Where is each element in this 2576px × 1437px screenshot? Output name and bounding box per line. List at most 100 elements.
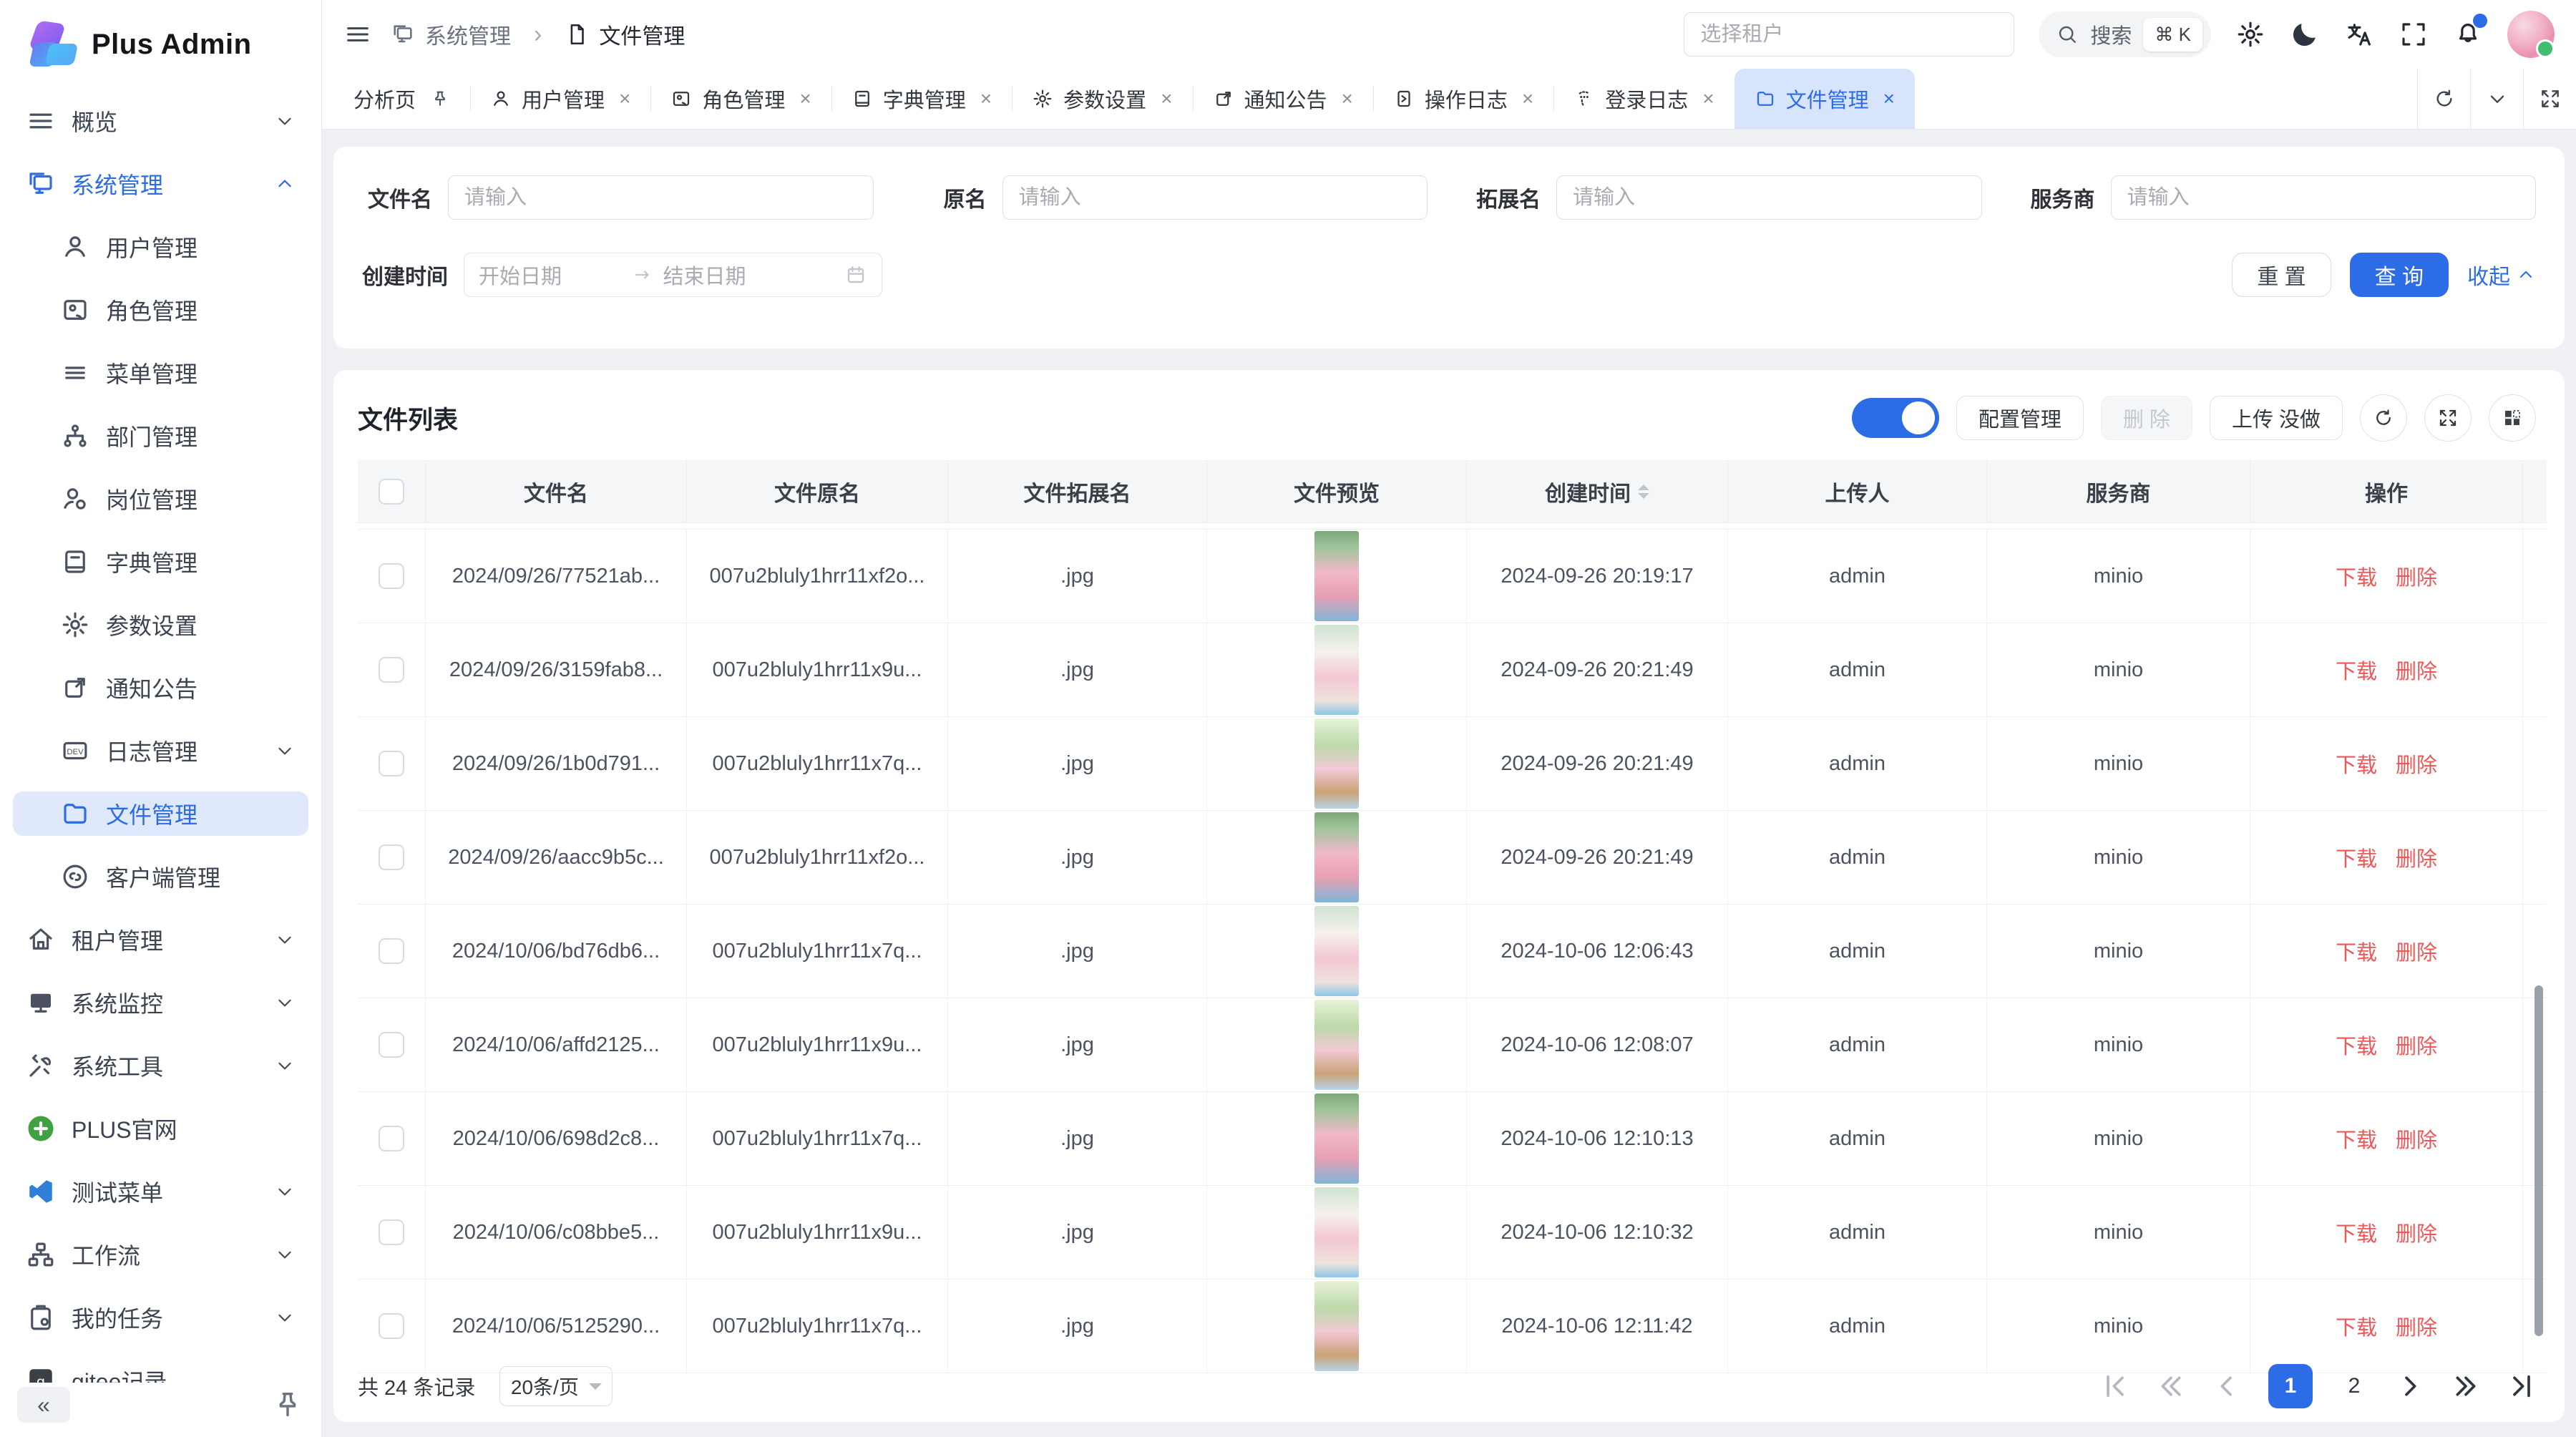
table-scrollbar[interactable]	[2534, 985, 2543, 1336]
sidebar-item-用户管理[interactable]: 用户管理	[13, 225, 308, 269]
prev-page-icon[interactable]	[2212, 1372, 2241, 1401]
file-preview-image[interactable]	[1314, 1000, 1359, 1090]
file-preview-image[interactable]	[1314, 812, 1359, 902]
delete-link[interactable]: 删除	[2396, 936, 2437, 966]
first-page-icon[interactable]	[2101, 1372, 2129, 1401]
file-preview-image[interactable]	[1314, 531, 1359, 621]
row-checkbox[interactable]	[379, 844, 404, 870]
dark-mode-moon-icon[interactable]	[2290, 19, 2320, 49]
file-preview-image[interactable]	[1314, 906, 1359, 996]
row-checkbox[interactable]	[379, 751, 404, 776]
file-preview-image[interactable]	[1314, 1093, 1359, 1184]
download-link[interactable]: 下载	[2336, 561, 2377, 591]
next-page-icon[interactable]	[2396, 1372, 2424, 1401]
last-page-icon[interactable]	[2507, 1372, 2536, 1401]
sidebar-item-系统管理[interactable]: 系统管理	[13, 162, 308, 206]
sidebar-item-字典管理[interactable]: 字典管理	[13, 540, 308, 584]
tab-登录日志[interactable]: 登录日志 ×	[1553, 69, 1734, 129]
translate-icon[interactable]	[2344, 19, 2374, 49]
tab-通知公告[interactable]: 通知公告 ×	[1193, 69, 1373, 129]
upload-button[interactable]: 上传 没做	[2210, 396, 2343, 440]
tab-close-icon[interactable]: ×	[799, 87, 811, 110]
global-search[interactable]: 搜索 ⌘ K	[2039, 11, 2211, 57]
file-preview-image[interactable]	[1314, 1187, 1359, 1277]
download-link[interactable]: 下载	[2336, 1217, 2377, 1247]
delete-link[interactable]: 删除	[2396, 749, 2437, 779]
user-avatar[interactable]	[2507, 11, 2555, 58]
sidebar-item-PLUS官网[interactable]: PLUS官网	[13, 1106, 308, 1151]
sidebar-item-参数设置[interactable]: 参数设置	[13, 603, 308, 647]
menu-toggle-icon[interactable]	[343, 20, 372, 49]
select-all-checkbox[interactable]	[379, 479, 404, 505]
delete-link[interactable]: 删除	[2396, 842, 2437, 872]
sidebar-item-通知公告[interactable]: 通知公告	[13, 666, 308, 710]
jump-forward-icon[interactable]	[2451, 1372, 2480, 1401]
tab-用户管理[interactable]: 用户管理 ×	[470, 69, 650, 129]
tenant-select[interactable]	[1684, 12, 2014, 57]
sidebar-collapse-button[interactable]: «	[17, 1387, 70, 1423]
sidebar-item-菜单管理[interactable]: 菜单管理	[13, 351, 308, 395]
page-number-1[interactable]: 1	[2268, 1364, 2313, 1408]
tabs-refresh-icon[interactable]	[2417, 69, 2470, 129]
sidebar-item-我的任务[interactable]: 我的任务	[13, 1295, 308, 1340]
sidebar-item-岗位管理[interactable]: 岗位管理	[13, 477, 308, 521]
sidebar-item-租户管理[interactable]: 租户管理	[13, 917, 308, 962]
tab-close-icon[interactable]: ×	[1161, 87, 1172, 110]
tab-close-icon[interactable]: ×	[980, 87, 992, 110]
page-number-2[interactable]: 2	[2340, 1374, 2368, 1398]
table-refresh-icon[interactable]	[2360, 394, 2407, 442]
tabs-dropdown-icon[interactable]	[2470, 69, 2523, 129]
filter-input-服务商[interactable]	[2111, 175, 2537, 220]
tabs-fullscreen-icon[interactable]	[2523, 69, 2576, 129]
table-columns-icon[interactable]	[2489, 394, 2536, 442]
delete-link[interactable]: 删除	[2396, 1311, 2437, 1341]
tab-文件管理[interactable]: 文件管理 ×	[1735, 69, 1915, 129]
row-checkbox[interactable]	[379, 938, 404, 964]
sidebar-item-文件管理[interactable]: 文件管理	[13, 791, 308, 836]
fullscreen-icon[interactable]	[2399, 19, 2429, 49]
delete-button[interactable]: 删 除	[2101, 396, 2192, 440]
file-preview-image[interactable]	[1314, 625, 1359, 715]
sort-icon[interactable]	[1638, 479, 1649, 505]
col-created-time[interactable]: 创建时间	[1467, 460, 1728, 522]
delete-link[interactable]: 删除	[2396, 655, 2437, 685]
page-size-select[interactable]: 20条/页	[499, 1366, 613, 1406]
tab-close-icon[interactable]: ×	[1522, 87, 1533, 110]
sidebar-item-系统监控[interactable]: 系统监控	[13, 980, 308, 1025]
tab-分析页[interactable]: 分析页	[333, 69, 470, 129]
jump-back-icon[interactable]	[2157, 1372, 2185, 1401]
config-manage-button[interactable]: 配置管理	[1956, 396, 2084, 440]
tab-close-icon[interactable]: ×	[1883, 87, 1895, 110]
download-link[interactable]: 下载	[2336, 842, 2377, 872]
filter-input-原名[interactable]	[1002, 175, 1428, 220]
sidebar-item-工作流[interactable]: 工作流	[13, 1232, 308, 1277]
delete-link[interactable]: 删除	[2396, 1217, 2437, 1247]
sidebar-item-客户端管理[interactable]: 客户端管理	[13, 854, 308, 899]
date-range-picker[interactable]: 开始日期 结束日期	[464, 253, 882, 297]
breadcrumb-current[interactable]: 文件管理	[565, 19, 685, 50]
row-checkbox[interactable]	[379, 657, 404, 683]
tab-操作日志[interactable]: 操作日志 ×	[1373, 69, 1553, 129]
delete-link[interactable]: 删除	[2396, 561, 2437, 591]
tab-字典管理[interactable]: 字典管理 ×	[831, 69, 1012, 129]
tab-close-icon[interactable]: ×	[619, 87, 630, 110]
download-link[interactable]: 下载	[2336, 1030, 2377, 1060]
download-link[interactable]: 下载	[2336, 1124, 2377, 1154]
download-link[interactable]: 下载	[2336, 749, 2377, 779]
sidebar-item-角色管理[interactable]: 角色管理	[13, 288, 308, 332]
sidebar-item-概览[interactable]: 概览	[13, 99, 308, 143]
row-checkbox[interactable]	[379, 1313, 404, 1339]
tab-close-icon[interactable]: ×	[1702, 87, 1714, 110]
delete-link[interactable]: 删除	[2396, 1124, 2437, 1154]
sidebar-item-测试菜单[interactable]: 测试菜单	[13, 1169, 308, 1214]
filter-input-文件名[interactable]	[448, 175, 874, 220]
sidebar-item-部门管理[interactable]: 部门管理	[13, 414, 308, 458]
table-fullscreen-icon[interactable]	[2424, 394, 2472, 442]
tab-角色管理[interactable]: 角色管理 ×	[650, 69, 831, 129]
settings-icon[interactable]	[2235, 19, 2265, 49]
sidebar-item-系统工具[interactable]: 系统工具	[13, 1043, 308, 1088]
row-checkbox[interactable]	[379, 563, 404, 589]
tab-参数设置[interactable]: 参数设置 ×	[1012, 69, 1192, 129]
download-link[interactable]: 下载	[2336, 1311, 2377, 1341]
query-button[interactable]: 查 询	[2350, 253, 2449, 297]
